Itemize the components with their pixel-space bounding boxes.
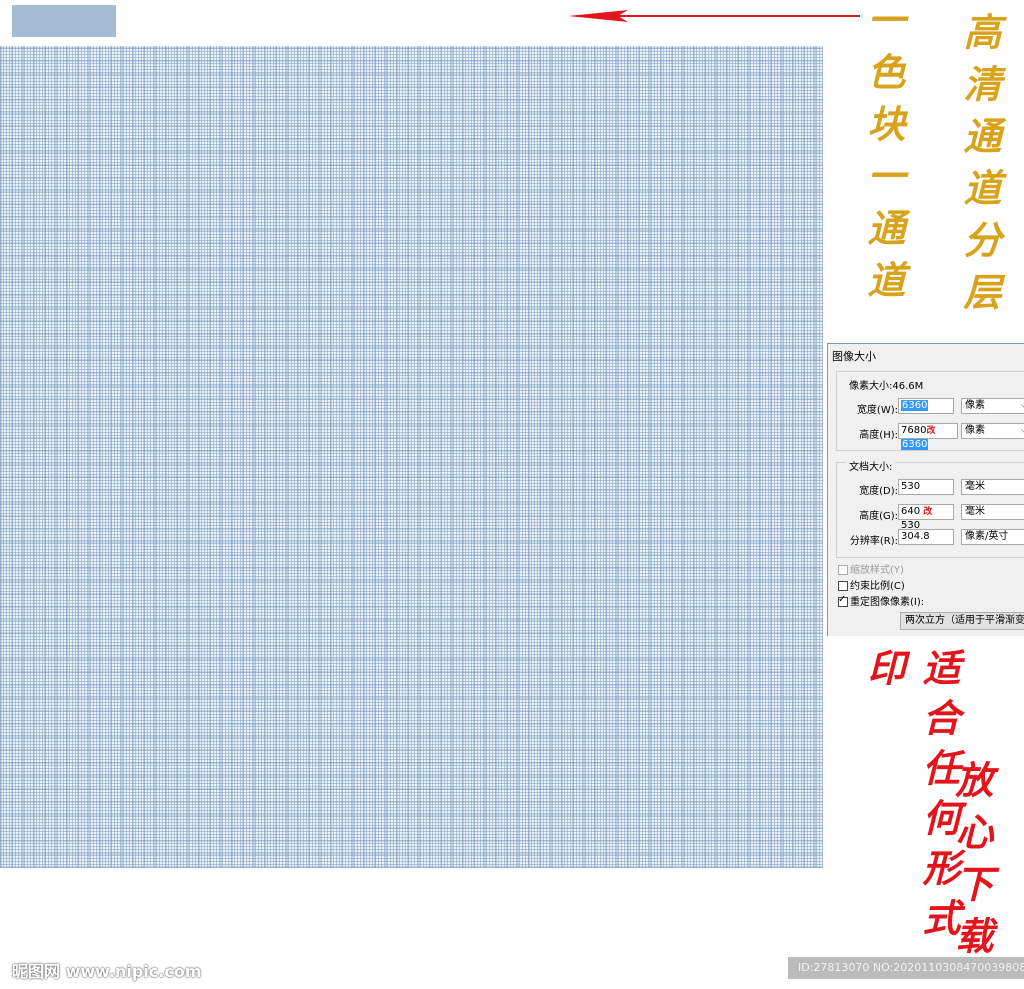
change-mark: 改 bbox=[926, 426, 936, 436]
watermark: 昵图网 www.nipic.com bbox=[12, 962, 202, 981]
resample-label: 重定图像像素(I): bbox=[850, 597, 925, 608]
scale-styles-label: 缩放样式(Y) bbox=[850, 565, 904, 576]
width-value: 6360 bbox=[901, 400, 929, 411]
doc-width-value: 530 bbox=[901, 481, 921, 492]
annotation-color-block: 一色块一通道 bbox=[861, 0, 906, 312]
constrain-label: 约束比例(C) bbox=[850, 581, 905, 592]
color-swatch bbox=[12, 5, 116, 37]
image-size-dialog: 图像大小 像素大小:46.6M 宽度(W): 6360 像素 ⌵ 高度(H): … bbox=[827, 343, 1024, 636]
arrow-left-icon bbox=[568, 10, 860, 22]
doc-width-input[interactable]: 530 bbox=[898, 479, 954, 495]
height-label: 高度(H): bbox=[859, 430, 898, 441]
checkbox-icon bbox=[838, 581, 848, 591]
annotation-hd-channel: 高清通道分层 bbox=[957, 12, 1002, 324]
resolution-value: 304.8 bbox=[901, 531, 930, 542]
doc-width-label: 宽度(D): bbox=[859, 486, 898, 497]
width-label: 宽度(W): bbox=[856, 405, 898, 416]
doc-width-unit-select[interactable]: 毫米 bbox=[961, 479, 1024, 495]
height-value: 6360 bbox=[901, 439, 929, 450]
height-input[interactable]: 7680改 6360 bbox=[898, 423, 958, 450]
resample-method: 两次立方（适用于平滑渐变 bbox=[905, 615, 1024, 626]
pixel-size-label: 像素大小:46.6M bbox=[846, 377, 927, 392]
doc-height-label: 高度(G): bbox=[859, 511, 898, 522]
doc-height-unit: 毫米 bbox=[965, 506, 985, 517]
checkbox-checked-icon bbox=[838, 594, 848, 607]
change-mark: 改 bbox=[923, 507, 933, 517]
resolution-unit-select[interactable]: 像素/英寸 bbox=[961, 529, 1024, 545]
fabric-texture-preview bbox=[0, 46, 823, 868]
resample-method-select[interactable]: 两次立方（适用于平滑渐变 bbox=[900, 612, 1024, 630]
doc-width-unit: 毫米 bbox=[965, 481, 985, 492]
height-unit: 像素 bbox=[965, 425, 985, 436]
doc-height-unit-select[interactable]: 毫米 bbox=[961, 504, 1024, 520]
dialog-title: 图像大小 bbox=[832, 350, 876, 363]
resolution-input[interactable]: 304.8 bbox=[898, 529, 954, 545]
doc-height-old-value: 640 bbox=[901, 506, 921, 517]
annotation-safe-download: 放心下载 bbox=[949, 760, 994, 968]
checkbox-icon bbox=[838, 565, 848, 575]
doc-size-label: 文档大小: bbox=[846, 458, 896, 473]
height-unit-select[interactable]: 像素 ⌵ bbox=[961, 423, 1024, 439]
image-id-bar: ID:27813070 NO:20201103084700398088 bbox=[788, 957, 1024, 979]
resample-checkbox[interactable]: 重定图像像素(I): bbox=[838, 593, 924, 608]
constrain-proportions-checkbox[interactable]: 约束比例(C) bbox=[838, 577, 905, 592]
scale-styles-checkbox[interactable]: 缩放样式(Y) bbox=[838, 561, 904, 576]
resolution-label: 分辨率(R): bbox=[849, 536, 898, 547]
width-unit-select[interactable]: 像素 ⌵ bbox=[961, 398, 1024, 414]
doc-height-input[interactable]: 640 改 530 bbox=[898, 504, 954, 531]
height-old-value: 7680 bbox=[901, 425, 927, 436]
resolution-unit: 像素/英寸 bbox=[965, 531, 1009, 542]
width-input[interactable]: 6360 bbox=[898, 398, 954, 414]
width-unit: 像素 bbox=[965, 400, 985, 411]
